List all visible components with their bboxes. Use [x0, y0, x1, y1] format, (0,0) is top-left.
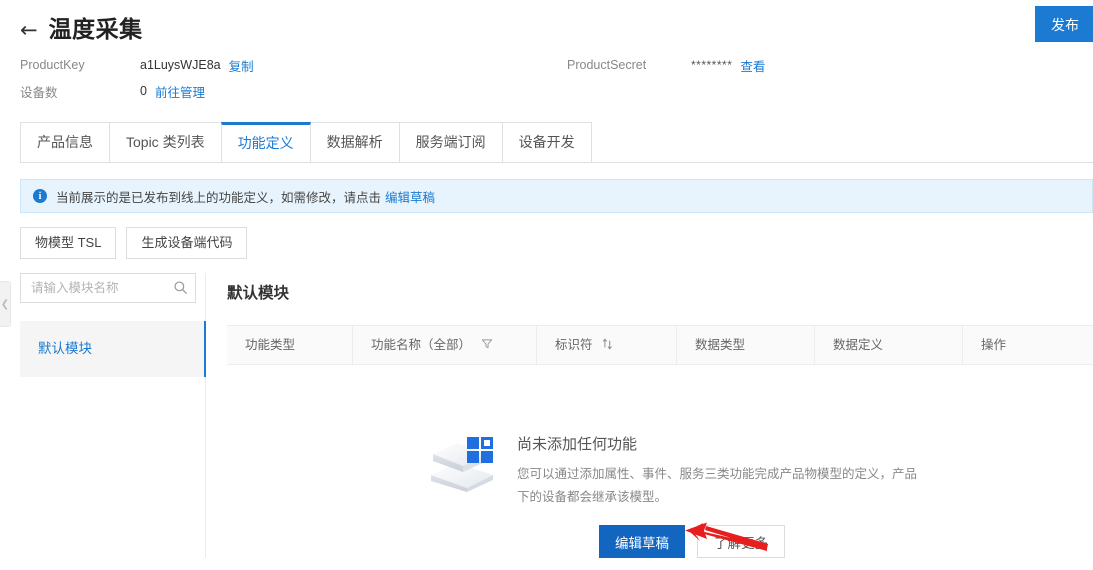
column-header-operations: 操作: [981, 338, 1007, 352]
function-table: 功能类型 功能名称（全部） 标识符 数据类型 数据定义 操作 尚未添加任何功能 …: [227, 325, 1093, 559]
copy-product-key-link[interactable]: 复制: [229, 56, 254, 75]
back-arrow-icon[interactable]: ←: [20, 19, 38, 41]
page-header: ← 温度采集 发布: [0, 0, 1093, 46]
info-banner-text: 当前展示的是已发布到线上的功能定义，如需修改，请点击: [56, 190, 382, 205]
tab-data-parsing[interactable]: 数据解析: [310, 122, 399, 162]
product-secret-label: ProductSecret: [567, 58, 647, 72]
sidebar-collapse-handle[interactable]: ❮: [0, 281, 11, 327]
product-key-label: ProductKey: [20, 58, 85, 72]
stacked-boxes-illustration: [427, 431, 499, 493]
filter-icon[interactable]: [481, 326, 493, 365]
product-secret-value: ********: [691, 58, 733, 72]
empty-state-title: 尚未添加任何功能: [517, 436, 638, 453]
empty-state-text: 尚未添加任何功能 您可以通过添加属性、事件、服务三类功能完成产品物模型的定义，产…: [517, 431, 929, 559]
edit-draft-link[interactable]: 编辑草稿: [385, 187, 435, 206]
tab-device-development[interactable]: 设备开发: [501, 122, 592, 162]
page-title: 温度采集: [48, 16, 143, 43]
learn-more-button[interactable]: 了解更多: [697, 525, 785, 559]
module-title: 默认模块: [227, 285, 290, 302]
product-detail-page: ← 温度采集 发布 ProductKey a1LuysWJE8a 复制 设备数 …: [0, 0, 1093, 570]
sort-icon[interactable]: [602, 326, 613, 365]
product-meta: ProductKey a1LuysWJE8a 复制 设备数 0 前往管理 Pro…: [0, 46, 1093, 112]
tab-topic-list[interactable]: Topic 类列表: [109, 122, 221, 162]
meta-row-product-secret: ProductSecret ******** 查看: [567, 54, 765, 76]
module-sidebar: 默认模块: [20, 273, 206, 559]
search-input[interactable]: [20, 273, 196, 303]
go-to-device-management-link[interactable]: 前往管理: [155, 82, 205, 101]
info-banner: i 当前展示的是已发布到线上的功能定义，如需修改，请点击 编辑草稿: [20, 179, 1093, 213]
device-count-value: 0: [140, 84, 147, 98]
empty-state: 尚未添加任何功能 您可以通过添加属性、事件、服务三类功能完成产品物模型的定义，产…: [427, 431, 1093, 559]
tab-server-subscription[interactable]: 服务端订阅: [398, 122, 502, 162]
publish-button[interactable]: 发布: [1035, 6, 1093, 42]
toolbar-actions: 物模型 TSL 生成设备端代码: [20, 227, 1093, 259]
module-detail: 默认模块 功能类型 功能名称（全部） 标识符 数据类型 数据定义 操作 尚未添加…: [206, 273, 1093, 559]
column-header-function-name[interactable]: 功能名称（全部）: [353, 325, 537, 365]
column-header-data-type: 数据类型: [677, 325, 815, 365]
empty-state-description: 您可以通过添加属性、事件、服务三类功能完成产品物模型的定义，产品下的设备都会继承…: [517, 467, 918, 505]
tab-product-info[interactable]: 产品信息: [20, 122, 109, 162]
generate-device-code-button[interactable]: 生成设备端代码: [126, 227, 248, 259]
product-tabs: 产品信息 Topic 类列表 功能定义 数据解析 服务端订阅 设备开发: [20, 122, 1093, 163]
edit-draft-button[interactable]: 编辑草稿: [599, 525, 685, 559]
view-product-secret-link[interactable]: 查看: [740, 56, 765, 75]
meta-row-device-count: 设备数 0 前往管理: [20, 80, 1093, 102]
column-header-identifier[interactable]: 标识符: [537, 325, 677, 365]
device-count-label: 设备数: [20, 85, 58, 100]
info-circle-icon: i: [33, 189, 47, 203]
table-header-row: 功能类型 功能名称（全部） 标识符 数据类型 数据定义 操作: [227, 325, 1093, 365]
content-area: ❮ 默认模块 默认模块: [0, 273, 1093, 559]
tab-function-definition[interactable]: 功能定义: [220, 122, 311, 162]
column-header-function-type: 功能类型: [227, 325, 353, 365]
meta-row-product-key: ProductKey a1LuysWJE8a 复制: [20, 54, 1093, 76]
sidebar-item-default-module[interactable]: 默认模块: [20, 321, 206, 377]
chevron-left-icon: ❮: [0, 298, 10, 310]
module-search: [20, 273, 205, 303]
product-key-value: a1LuysWJE8a: [140, 58, 221, 72]
column-header-data-definition: 数据定义: [815, 325, 963, 365]
title-row: ← 温度采集: [0, 0, 1093, 46]
empty-state-actions: 编辑草稿 了解更多: [599, 522, 929, 559]
tsl-model-button[interactable]: 物模型 TSL: [20, 227, 117, 259]
sidebar-item-label: 默认模块: [38, 341, 92, 356]
